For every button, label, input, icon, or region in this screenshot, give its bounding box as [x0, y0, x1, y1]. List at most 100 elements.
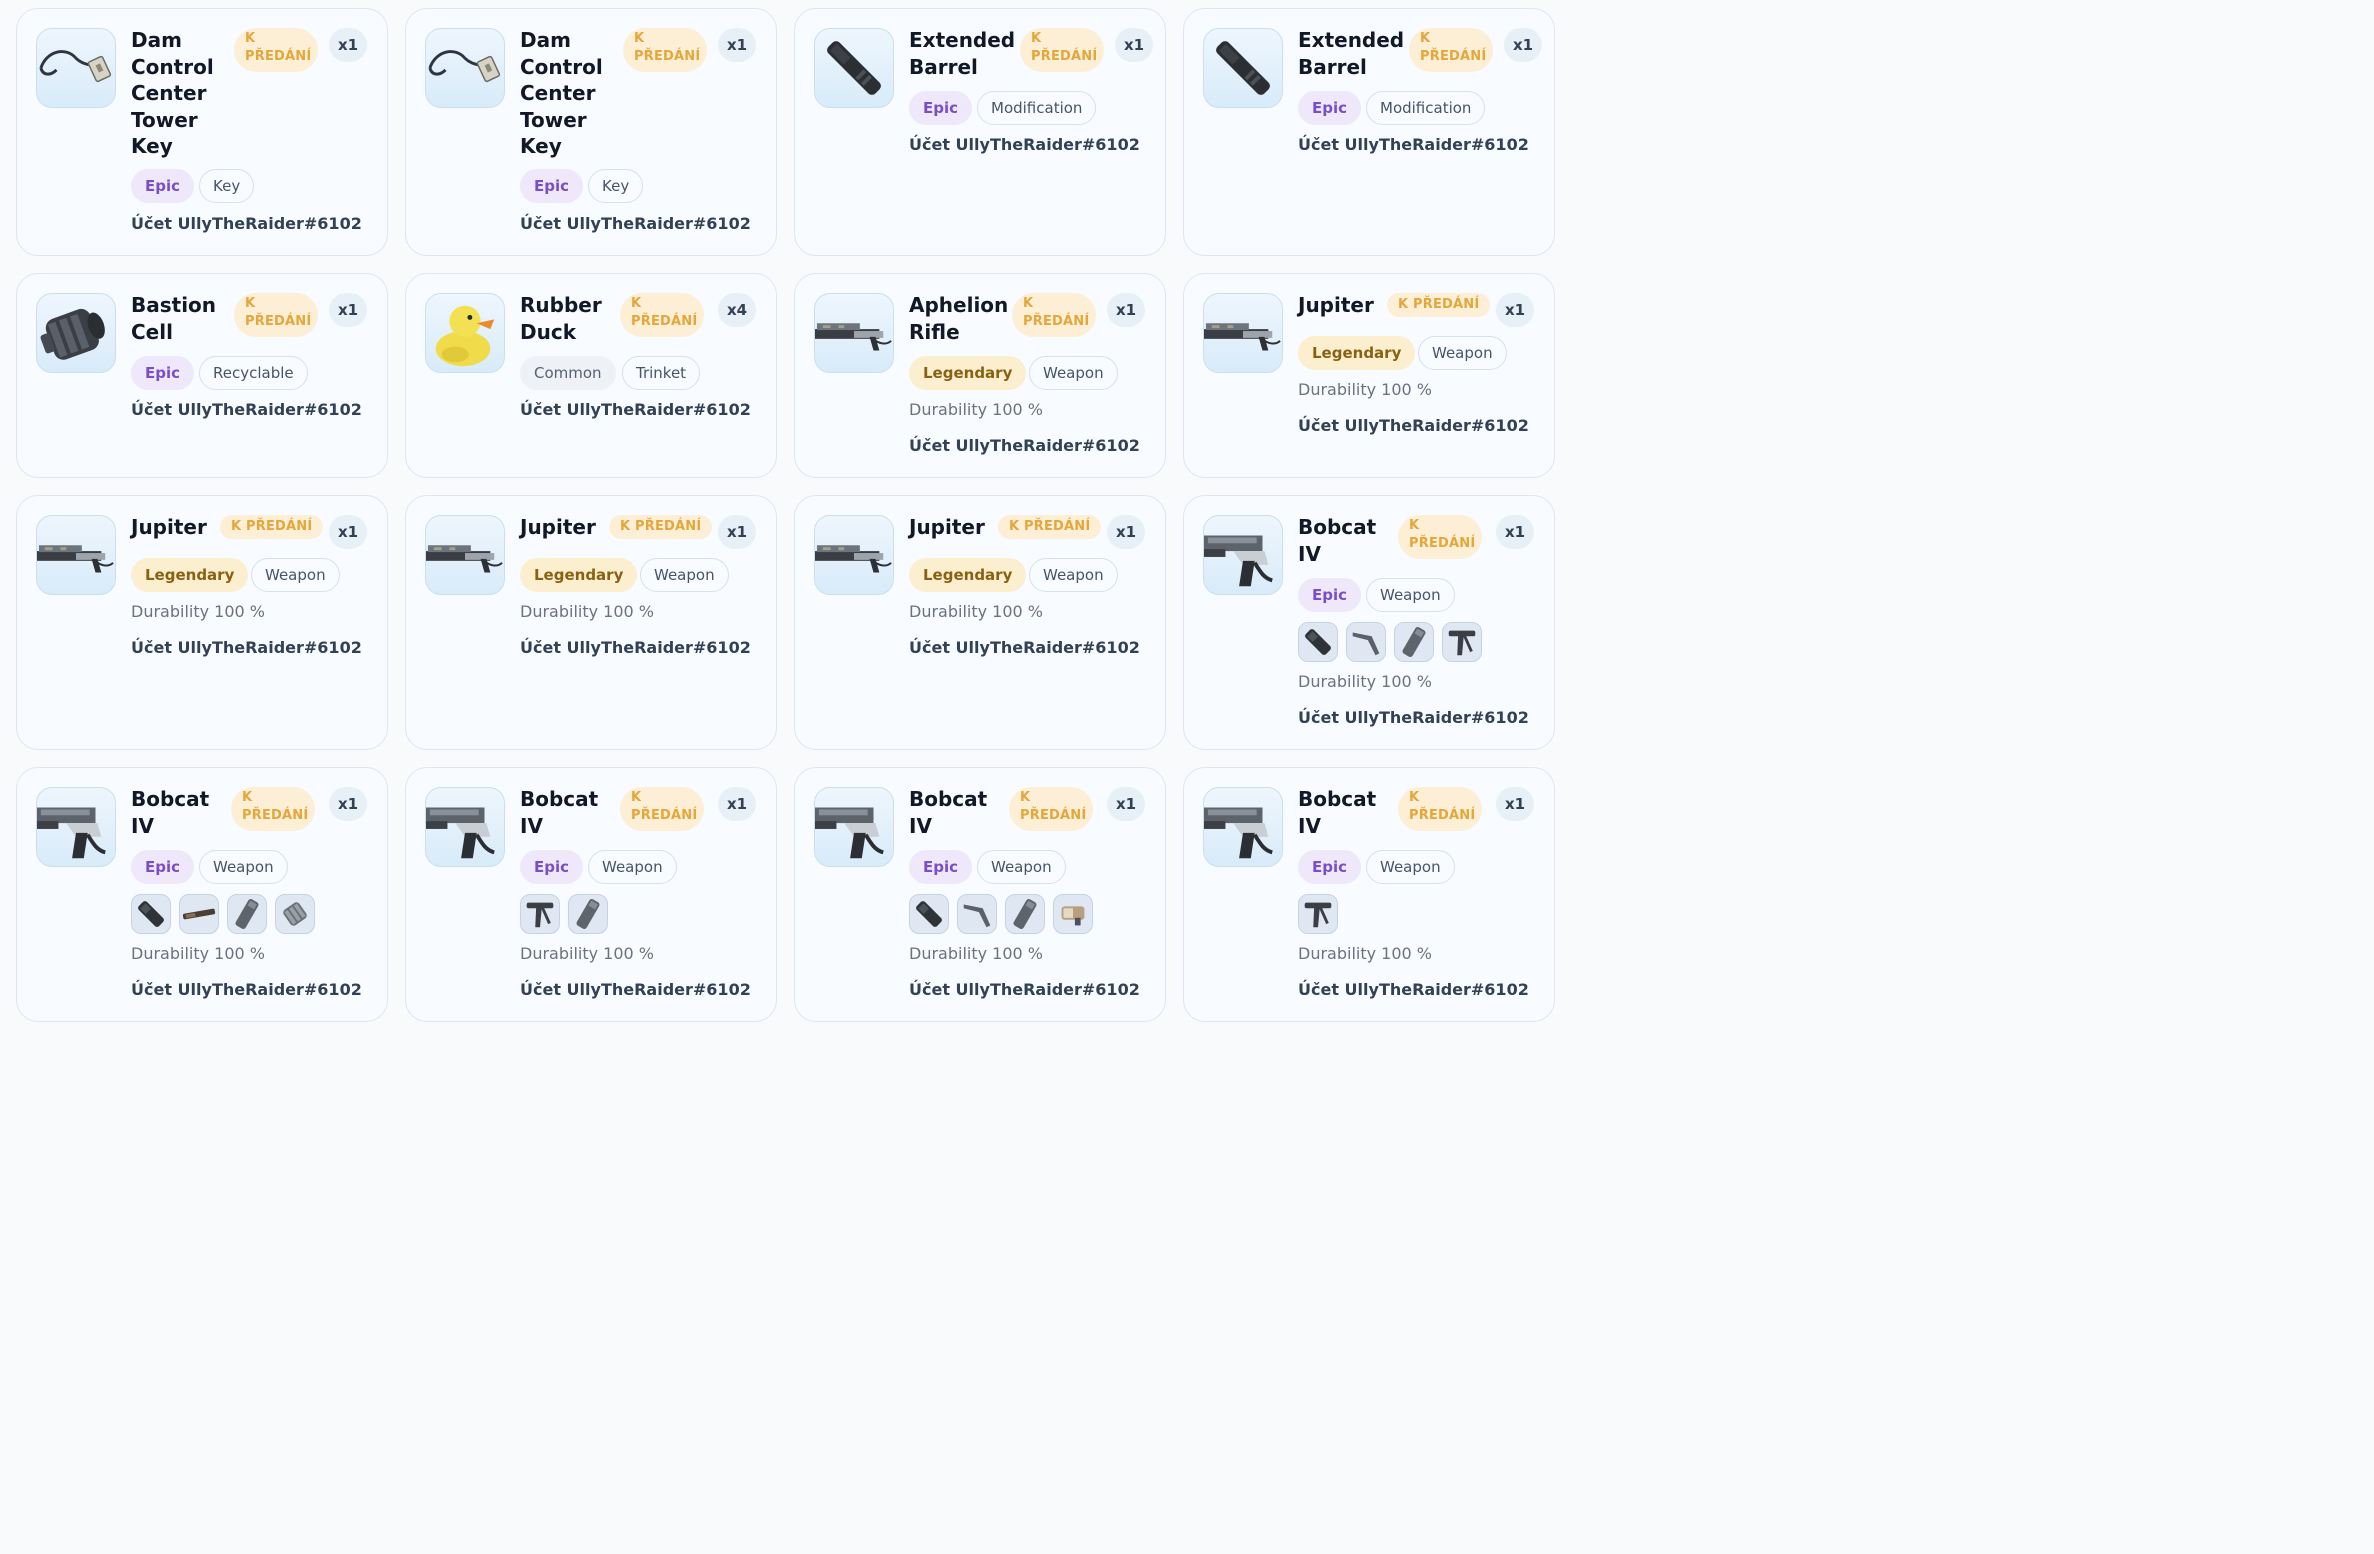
transfer-badge-line1: K [634, 31, 645, 46]
type-tag: Recyclable [199, 356, 308, 390]
quantity-badge: x1 [718, 515, 756, 549]
rifle-icon [814, 515, 894, 595]
rifle-icon [36, 515, 116, 595]
type-tag: Weapon [1366, 578, 1455, 612]
account-label: Účet UllyTheRaider#6102 [1298, 980, 1529, 999]
grip-mod-icon[interactable] [1442, 622, 1482, 662]
item-card[interactable]: Jupiter K PŘEDÁNÍ x1 Legendary Weapon Durabil… [794, 495, 1166, 750]
extended-mag-mod-icon[interactable] [275, 894, 315, 934]
type-tag: Modification [1366, 91, 1486, 125]
grip-mod-icon[interactable] [520, 894, 560, 934]
item-name: Dam Control Center Tower Key [520, 28, 603, 158]
item-card[interactable]: Jupiter K PŘEDÁNÍ x1 Legendary Weapon Durabil… [1183, 273, 1555, 478]
type-tag: Weapon [1366, 850, 1455, 884]
item-card[interactable]: Bastion Cell K PŘEDÁNÍ x1 Epic Recyclable Účet … [16, 273, 388, 478]
grip-mod-icon[interactable] [1298, 894, 1338, 934]
account-label: Účet UllyTheRaider#6102 [909, 638, 1140, 657]
rarity-tag: Legendary [909, 558, 1027, 592]
transfer-badge: K PŘEDÁNÍ [620, 293, 704, 337]
barrel-icon [1203, 28, 1283, 108]
rarity-tag: Epic [131, 850, 195, 884]
transfer-badge: K PŘEDÁNÍ [1009, 787, 1093, 831]
account-label: Účet UllyTheRaider#6102 [131, 980, 362, 999]
transfer-badge-line1: K [1409, 790, 1420, 805]
account-label: Účet UllyTheRaider#6102 [520, 980, 751, 999]
type-tag: Weapon [640, 558, 729, 592]
item-card[interactable]: Extended Barrel K PŘEDÁNÍ x1 Epic Modification… [794, 8, 1166, 256]
magazine-mod-icon[interactable] [1005, 894, 1045, 934]
item-card[interactable]: Jupiter K PŘEDÁNÍ x1 Legendary Weapon Durabil… [16, 495, 388, 750]
mod-slots [1298, 622, 1490, 662]
item-card[interactable]: Dam Control Center Tower Key K PŘEDÁNÍ x1 Epic Ke… [16, 8, 388, 256]
durability-text: Durability 100 % [520, 944, 654, 963]
account-label: Účet UllyTheRaider#6102 [909, 135, 1140, 154]
magazine-mod-icon[interactable] [1394, 622, 1434, 662]
item-card[interactable]: Bobcat IV K PŘEDÁNÍ x1 Epic Weapon Durability 1… [405, 767, 777, 1022]
key-icon [36, 28, 116, 108]
item-name: Extended Barrel [1298, 28, 1405, 79]
type-tag: Weapon [1029, 356, 1118, 390]
quantity-badge: x4 [718, 293, 756, 327]
account-label: Účet UllyTheRaider#6102 [909, 980, 1140, 999]
quantity-badge: x1 [1496, 787, 1534, 821]
item-card[interactable]: Extended Barrel K PŘEDÁNÍ x1 Epic Modification… [1183, 8, 1555, 256]
mod-slots [1298, 894, 1346, 934]
smg-icon [36, 787, 116, 867]
transfer-badge-line2: PŘEDÁNÍ [1020, 808, 1087, 823]
rarity-tag: Legendary [131, 558, 249, 592]
item-card[interactable]: Bobcat IV K PŘEDÁNÍ x1 Epic Weapon Durability 1… [1183, 495, 1555, 750]
stock-mod-icon[interactable] [957, 894, 997, 934]
magazine-mod-icon[interactable] [568, 894, 608, 934]
type-tag: Key [588, 169, 644, 203]
transfer-badge: K PŘEDÁNÍ [231, 787, 315, 831]
suppressor-mod-icon[interactable] [909, 894, 949, 934]
transfer-badge-line2: PŘEDÁNÍ [1409, 808, 1476, 823]
suppressor-mod-icon[interactable] [1298, 622, 1338, 662]
barrel-mod-icon[interactable] [179, 894, 219, 934]
quantity-badge: x1 [329, 28, 367, 62]
transfer-badge: K PŘEDÁNÍ [1409, 28, 1493, 72]
item-card[interactable]: Bobcat IV K PŘEDÁNÍ x1 Epic Weapon Durability 1… [794, 767, 1166, 1022]
rarity-tag: Common [520, 356, 616, 390]
account-label: Účet UllyTheRaider#6102 [1298, 708, 1529, 727]
item-card[interactable]: Jupiter K PŘEDÁNÍ x1 Legendary Weapon Durabil… [405, 495, 777, 750]
suppressor-mod-icon[interactable] [131, 894, 171, 934]
quantity-badge: x1 [1115, 28, 1153, 62]
type-tag: Weapon [199, 850, 288, 884]
item-card[interactable]: Rubber Duck K PŘEDÁNÍ x4 Common Trinket Účet Ul… [405, 273, 777, 478]
transfer-badge: K PŘEDÁNÍ [609, 515, 713, 539]
rarity-tag: Epic [1298, 850, 1362, 884]
rifle-icon [425, 515, 505, 595]
transfer-badge: K PŘEDÁNÍ [620, 787, 704, 831]
quantity-badge: x1 [1107, 515, 1145, 549]
stock-mod-icon[interactable] [1346, 622, 1386, 662]
quantity-badge: x1 [329, 787, 367, 821]
account-label: Účet UllyTheRaider#6102 [520, 400, 751, 419]
type-tag: Key [199, 169, 255, 203]
quantity-badge: x1 [329, 515, 367, 549]
sight-mod-icon[interactable] [1053, 894, 1093, 934]
duck-icon [425, 293, 505, 373]
magazine-mod-icon[interactable] [227, 894, 267, 934]
account-label: Účet UllyTheRaider#6102 [131, 638, 362, 657]
item-card[interactable]: Bobcat IV K PŘEDÁNÍ x1 Epic Weapon Durability 1… [1183, 767, 1555, 1022]
account-label: Účet UllyTheRaider#6102 [520, 214, 751, 233]
transfer-badge-line1: K [631, 790, 642, 805]
transfer-badge-line2: PŘEDÁNÍ [631, 808, 698, 823]
transfer-badge-line2: PŘEDÁNÍ [631, 314, 698, 329]
transfer-badge-line2: PŘEDÁNÍ [634, 49, 701, 64]
item-card[interactable]: Dam Control Center Tower Key K PŘEDÁNÍ x1 Epic Ke… [405, 8, 777, 256]
item-card[interactable]: Bobcat IV K PŘEDÁNÍ x1 Epic Weapon Durability 1… [16, 767, 388, 1022]
account-label: Účet UllyTheRaider#6102 [1298, 416, 1529, 435]
quantity-badge: x1 [329, 293, 367, 327]
item-card[interactable]: Aphelion Rifle K PŘEDÁNÍ x1 Legendary Weapon Du… [794, 273, 1166, 478]
item-name: Extended Barrel [909, 28, 1016, 79]
rarity-tag: Epic [909, 850, 973, 884]
quantity-badge: x1 [1496, 515, 1534, 549]
smg-icon [425, 787, 505, 867]
quantity-badge: x1 [1496, 293, 1534, 327]
transfer-badge: K PŘEDÁNÍ [1398, 787, 1482, 831]
item-name: Bobcat IV [1298, 515, 1377, 566]
durability-text: Durability 100 % [131, 944, 265, 963]
transfer-badge: K PŘEDÁNÍ [220, 515, 324, 539]
